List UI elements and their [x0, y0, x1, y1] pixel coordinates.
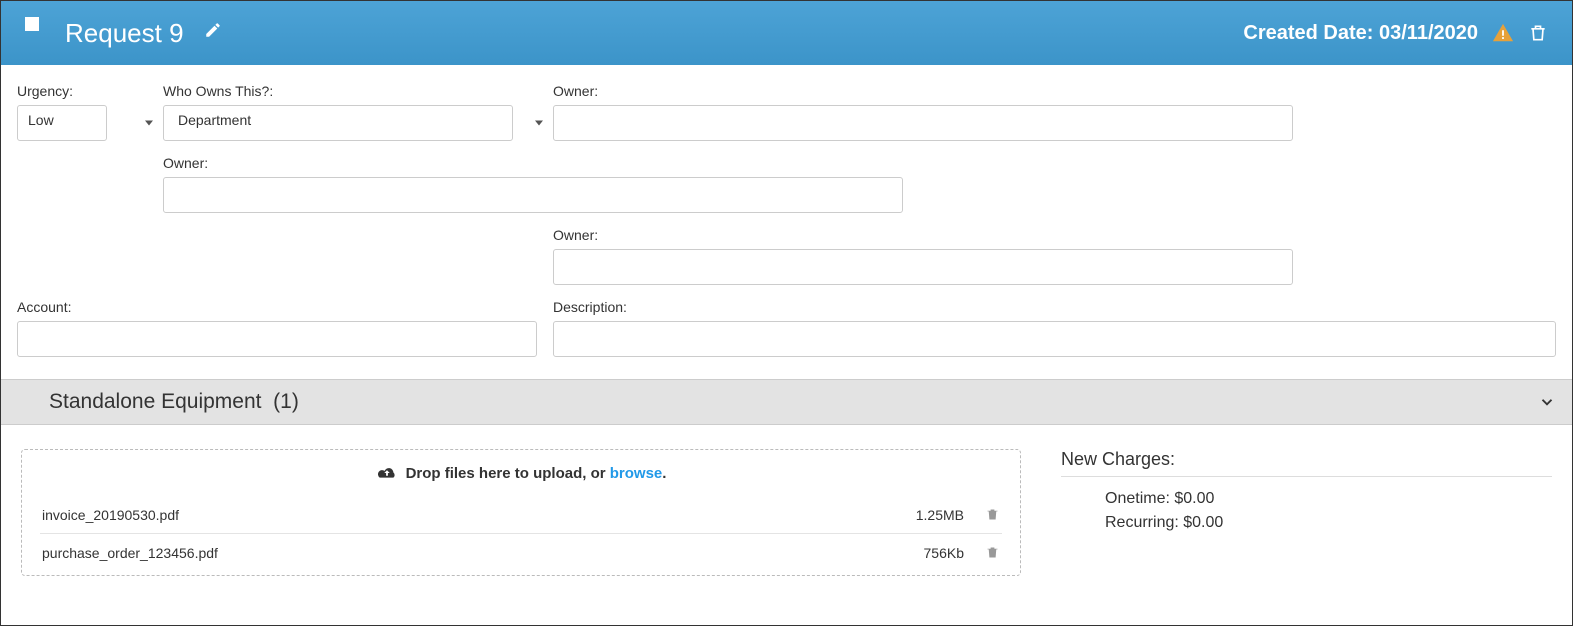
caret-down-icon: [535, 121, 543, 126]
created-date: Created Date: 03/11/2020: [1243, 22, 1478, 45]
delete-icon[interactable]: [1528, 22, 1548, 44]
onetime-charge: Onetime: $0.00: [1061, 487, 1552, 511]
account-label: Account:: [17, 299, 537, 315]
request-header: Request 9 Created Date: 03/11/2020: [1, 1, 1572, 65]
file-name: purchase_order_123456.pdf: [42, 545, 874, 561]
description-input[interactable]: [553, 321, 1556, 357]
browse-link[interactable]: browse: [610, 465, 663, 482]
recurring-charge: Recurring: $0.00: [1061, 511, 1552, 535]
request-select-checkbox[interactable]: [25, 17, 39, 31]
file-row: purchase_order_123456.pdf756Kb: [40, 534, 1002, 571]
file-delete-button[interactable]: [964, 506, 1000, 523]
section-body: Drop files here to upload, or browse. in…: [1, 425, 1572, 600]
file-row: invoice_20190530.pdf1.25MB: [40, 496, 1002, 534]
form-area: Urgency: Low Who Owns This?: Department …: [1, 65, 1572, 379]
file-size: 756Kb: [874, 545, 964, 561]
cloud-upload-icon: [376, 464, 398, 482]
whoowns-label: Who Owns This?:: [163, 83, 553, 99]
owner-label-2: Owner:: [163, 155, 903, 171]
urgency-select[interactable]: Low: [17, 105, 107, 141]
dropzone-text: Drop files here to upload, or browse.: [40, 464, 1002, 482]
charges-panel: New Charges: Onetime: $0.00 Recurring: $…: [1061, 449, 1552, 576]
request-title: Request 9: [65, 18, 184, 49]
owner-input-2[interactable]: [163, 177, 903, 213]
section-title: Standalone Equipment (1): [49, 390, 299, 414]
edit-icon[interactable]: [204, 21, 222, 39]
file-dropzone[interactable]: Drop files here to upload, or browse. in…: [21, 449, 1021, 576]
caret-down-icon: [145, 121, 153, 126]
charges-title: New Charges:: [1061, 449, 1552, 477]
description-label: Description:: [553, 299, 1556, 315]
file-delete-button[interactable]: [964, 544, 1000, 561]
account-input[interactable]: [17, 321, 537, 357]
owner-label-1: Owner:: [553, 83, 1293, 99]
trash-icon: [985, 506, 1000, 523]
owner-input-1[interactable]: [553, 105, 1293, 141]
urgency-label: Urgency:: [17, 83, 163, 99]
owner-label-3: Owner:: [553, 227, 1293, 243]
owner-input-3[interactable]: [553, 249, 1293, 285]
warning-icon[interactable]: [1492, 22, 1514, 44]
trash-icon: [985, 544, 1000, 561]
file-size: 1.25MB: [874, 507, 964, 523]
chevron-down-icon[interactable]: [1538, 393, 1556, 411]
standalone-equipment-header[interactable]: Standalone Equipment (1): [1, 379, 1572, 425]
file-name: invoice_20190530.pdf: [42, 507, 874, 523]
whoowns-select[interactable]: Department: [163, 105, 513, 141]
